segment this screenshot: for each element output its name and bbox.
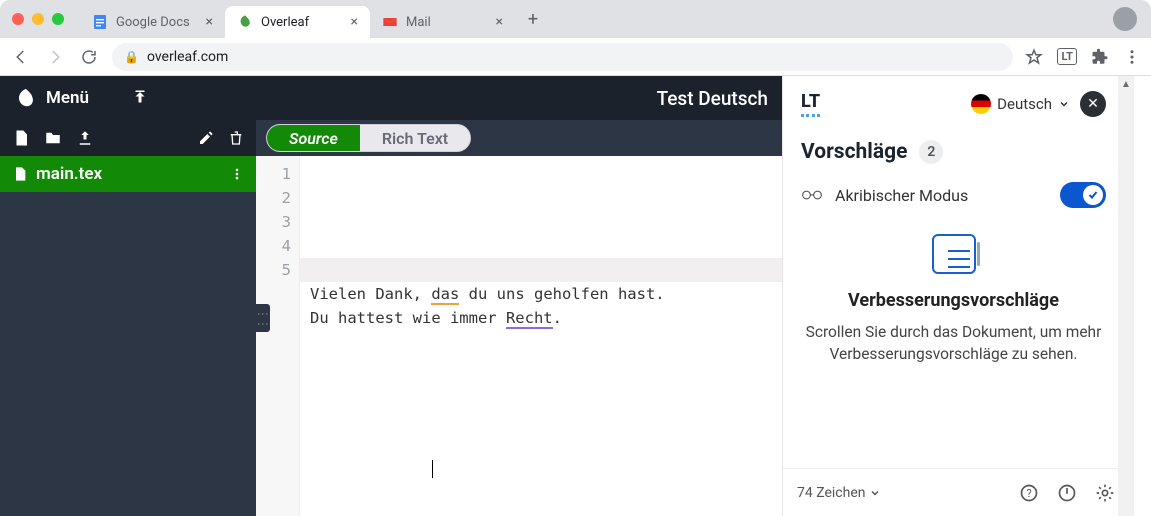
close-tab-icon[interactable]: ×	[206, 14, 213, 30]
close-window-button[interactable]	[12, 13, 24, 25]
help-icon[interactable]: ?	[1018, 482, 1040, 504]
editor-mode-bar: Source Rich Text	[256, 120, 782, 156]
maximize-window-button[interactable]	[52, 13, 64, 25]
line-gutter: 12345	[256, 156, 300, 516]
languagetool-logo-icon: LT	[801, 91, 820, 117]
edit-pencil-icon[interactable]	[198, 130, 214, 146]
window-controls	[12, 13, 64, 25]
menu-label: Menü	[46, 88, 89, 108]
menu-button[interactable]: Menü	[0, 87, 103, 109]
text-cursor	[432, 460, 433, 478]
close-panel-button[interactable]: ✕	[1080, 91, 1106, 117]
new-tab-button[interactable]: +	[519, 5, 547, 33]
tab-google-docs[interactable]: Google Docs ×	[80, 6, 225, 38]
overleaf-icon	[237, 14, 253, 30]
tab-label: Google Docs	[116, 15, 190, 30]
languagetool-panel: ▲ LT Deutsch ✕ Vorschläge 2 👓︎ Akribisch…	[782, 76, 1134, 516]
tab-mail[interactable]: Mail ×	[370, 6, 515, 38]
panel-scrollbar[interactable]: ▲	[1118, 76, 1134, 516]
spelling-error-highlight[interactable]: das	[431, 285, 459, 305]
mode-toggle: Source Rich Text	[266, 124, 471, 152]
bookmark-star-icon[interactable]	[1025, 48, 1043, 66]
forward-button[interactable]	[44, 46, 66, 68]
browser-tab-bar: Google Docs × Overleaf × Mail × +	[0, 0, 1151, 38]
menu-icon[interactable]	[1123, 48, 1141, 66]
file-menu-icon[interactable]	[230, 166, 244, 182]
editor-pane: ⋮⋮ Source Rich Text 12345 Vielen Dank, d…	[256, 120, 782, 516]
file-name-label: main.tex	[36, 164, 102, 184]
svg-text:?: ?	[1026, 487, 1031, 500]
suggestions-description: Scrollen Sie durch das Dokument, um mehr…	[805, 321, 1102, 366]
picky-mode-label: Akribischer Modus	[835, 186, 968, 205]
file-item-main-tex[interactable]: main.tex	[0, 156, 256, 192]
german-flag-icon	[971, 94, 991, 114]
reload-button[interactable]	[78, 46, 100, 68]
language-selector[interactable]: Deutsch	[971, 94, 1070, 114]
mode-source-button[interactable]: Source	[267, 125, 360, 151]
file-icon	[12, 165, 28, 183]
lt-header: LT Deutsch ✕	[801, 76, 1106, 132]
project-title: Test Deutsch	[657, 87, 782, 110]
suggestions-count-badge: 2	[919, 140, 943, 164]
check-icon	[1087, 189, 1099, 201]
google-docs-icon	[92, 14, 108, 30]
code-editor[interactable]: 12345 Vielen Dank, das du uns geholfen h…	[256, 156, 782, 516]
close-tab-icon[interactable]: ×	[496, 14, 503, 30]
tab-label: Overleaf	[261, 15, 309, 30]
sidebar-toolbar	[0, 120, 256, 156]
browser-toolbar: 🔒 overleaf.com LT	[0, 38, 1151, 76]
suggestions-title: Verbesserungsvorschläge	[805, 290, 1102, 311]
scroll-up-arrow-icon[interactable]: ▲	[1118, 76, 1134, 92]
lock-icon: 🔒	[124, 50, 139, 64]
back-button[interactable]	[10, 46, 32, 68]
code-area[interactable]: Vielen Dank, das du uns geholfen hast.Du…	[300, 156, 782, 516]
languagetool-extension-icon[interactable]: LT	[1057, 48, 1077, 65]
picky-mode-row: 👓︎ Akribischer Modus	[801, 182, 1106, 208]
overleaf-logo-icon	[14, 87, 36, 109]
address-bar[interactable]: 🔒 overleaf.com	[112, 43, 1013, 71]
gmail-icon	[382, 14, 398, 30]
new-file-icon[interactable]	[12, 129, 30, 147]
character-count[interactable]: 74 Zeichen	[797, 485, 881, 501]
lt-footer: 74 Zeichen ?	[783, 468, 1134, 516]
language-label: Deutsch	[997, 95, 1052, 113]
power-icon[interactable]	[1056, 482, 1078, 504]
new-folder-icon[interactable]	[44, 129, 62, 147]
file-sidebar: main.tex	[0, 120, 256, 516]
picky-mode-toggle[interactable]	[1060, 182, 1106, 208]
up-arrow-icon[interactable]	[131, 89, 149, 107]
grammar-error-highlight[interactable]: Recht	[506, 309, 553, 329]
close-tab-icon[interactable]: ×	[351, 14, 358, 30]
suggestions-empty-state: Verbesserungsvorschläge Scrollen Sie dur…	[801, 234, 1106, 366]
chevron-down-icon	[1058, 98, 1070, 110]
settings-gear-icon[interactable]	[1094, 482, 1116, 504]
profile-avatar[interactable]	[1113, 7, 1137, 31]
extensions-icon[interactable]	[1091, 48, 1109, 66]
chevron-down-icon	[869, 487, 881, 499]
glasses-icon-alt	[801, 188, 823, 202]
url-text: overleaf.com	[147, 49, 228, 65]
delete-trash-icon[interactable]	[228, 130, 244, 146]
upload-icon[interactable]	[76, 129, 94, 147]
pane-resize-handle[interactable]: ⋮⋮	[256, 304, 270, 332]
minimize-window-button[interactable]	[32, 13, 44, 25]
tab-overleaf[interactable]: Overleaf ×	[225, 6, 370, 38]
document-scroll-icon	[932, 234, 976, 274]
suggestions-heading: Vorschläge 2	[801, 140, 1106, 164]
overleaf-header: Menü Test Deutsch	[0, 76, 782, 120]
tab-label: Mail	[406, 15, 431, 30]
mode-rich-text-button[interactable]: Rich Text	[360, 125, 470, 151]
